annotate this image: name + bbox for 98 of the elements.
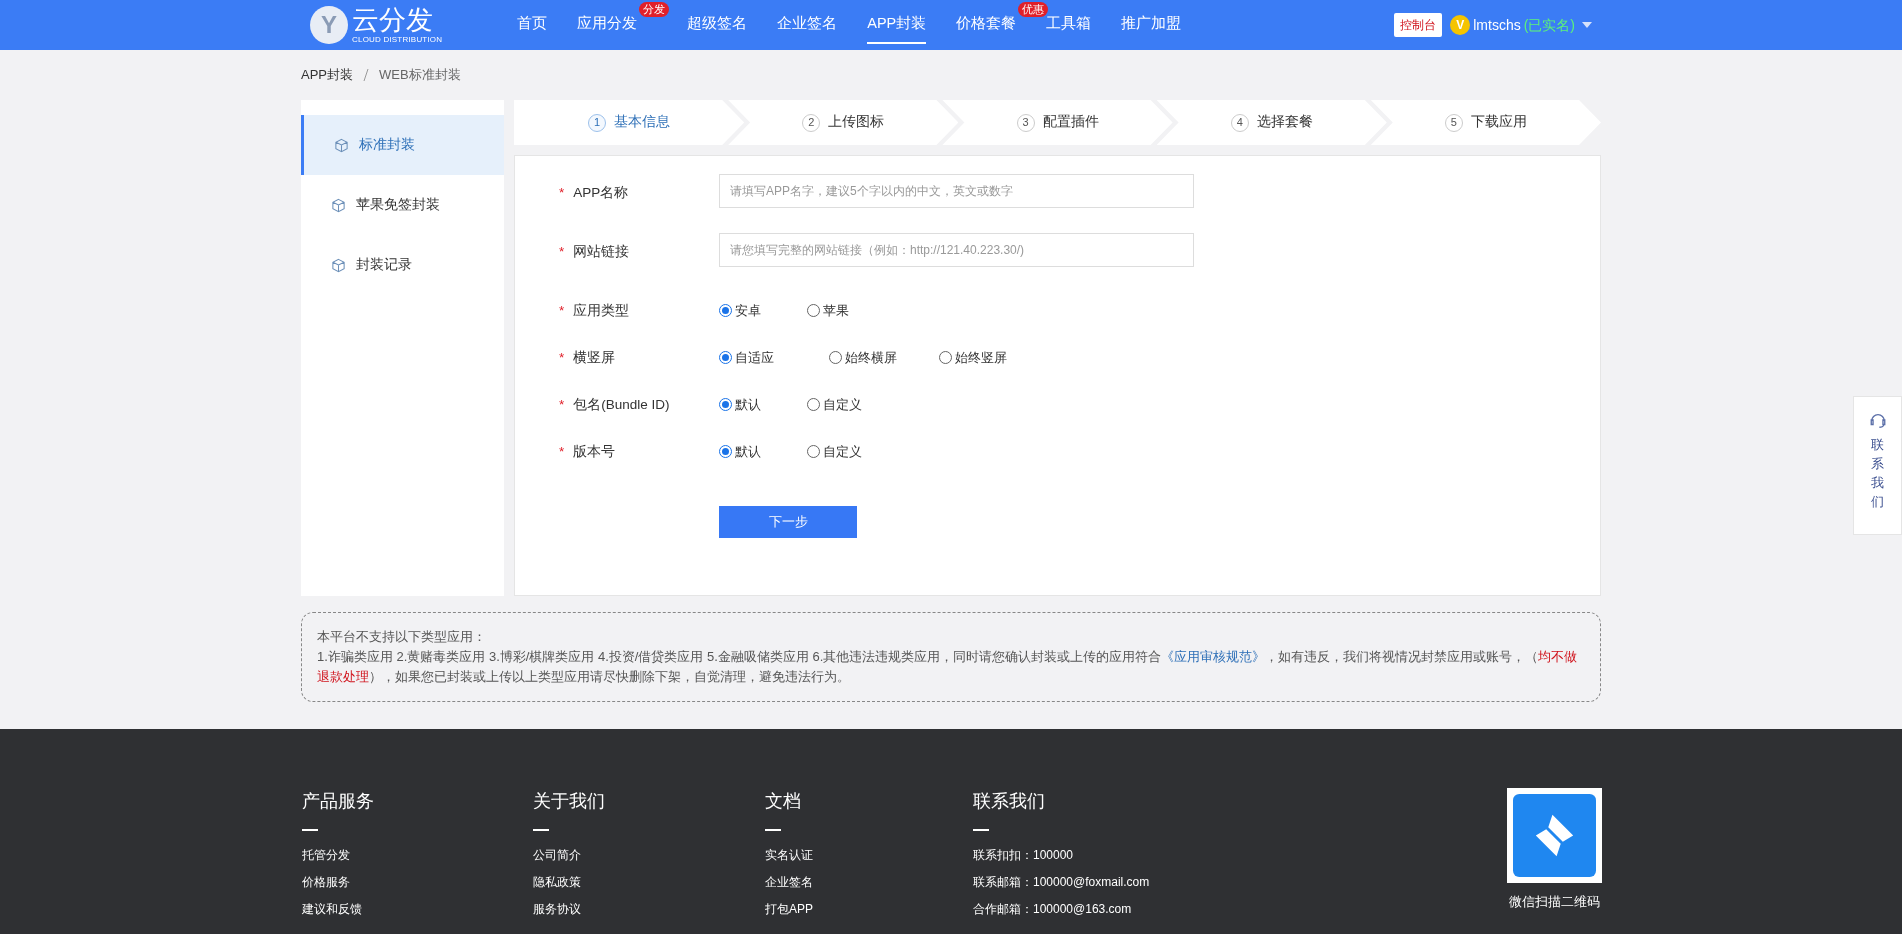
radio-button[interactable] (807, 445, 820, 459)
console-button[interactable]: 控制台 (1394, 13, 1443, 37)
step-label: 上传图标 (828, 113, 885, 132)
required-mark: * (559, 349, 565, 367)
footer-link[interactable]: 价格服务 (302, 869, 533, 896)
footer-link[interactable]: 企业签名 (765, 869, 973, 896)
footer-link[interactable]: 隐私政策 (533, 869, 765, 896)
nav-link[interactable]: 超级签名 (687, 6, 748, 44)
radio-option[interactable]: 自定义 (807, 395, 895, 415)
footer-link[interactable]: 托管分发 (302, 842, 533, 869)
footer-link[interactable]: 实名认证 (765, 842, 973, 869)
radio-button[interactable] (807, 398, 820, 412)
radio-button[interactable] (939, 351, 952, 365)
radio-button[interactable] (719, 351, 732, 365)
step-label: 基本信息 (614, 113, 671, 132)
radio-option[interactable]: 始终竖屏 (939, 348, 1049, 368)
nav-link[interactable]: 价格套餐 (956, 6, 1017, 44)
required-mark: * (559, 184, 565, 202)
input-field[interactable]: 请填写APP名字，建议5个字以内的中文，英文或数字 (719, 174, 1194, 208)
footer-heading: 文档 (765, 790, 802, 813)
field-label: APP名称 (573, 184, 629, 202)
footer-link[interactable]: 打包APP (765, 896, 973, 923)
heading-underline (973, 829, 989, 831)
qr-code-icon (1507, 788, 1602, 883)
slash-icon (363, 68, 369, 82)
guideline-link[interactable]: 《应用审核规范》 (1161, 649, 1266, 664)
step-tab[interactable]: 2 上传图标 (728, 100, 959, 145)
caret-icon[interactable] (1582, 22, 1592, 28)
radio-button[interactable] (829, 351, 842, 365)
field-label: 横竖屏 (573, 349, 616, 367)
field-label: 网站链接 (573, 243, 630, 261)
footer-link[interactable]: 联系扣扣：100000 (973, 842, 1273, 869)
required-mark: * (559, 302, 565, 320)
input-field[interactable]: 请您填写完整的网站链接（例如：http://121.40.223.30/) (719, 233, 1194, 267)
cube-icon (331, 197, 346, 213)
logo-icon: Y (310, 6, 348, 44)
step-tab[interactable]: 5 下载应用 (1370, 100, 1601, 145)
user-avatar: V (1450, 15, 1471, 35)
radio-option[interactable]: 苹果 (807, 301, 895, 321)
step-label: 选择套餐 (1256, 113, 1313, 132)
step-label: 下载应用 (1470, 113, 1527, 132)
verified-status: (已实名) (1523, 15, 1575, 35)
contact-label: 联系我们 (1871, 436, 1884, 511)
user-name[interactable]: lmtschs (1473, 14, 1521, 36)
next-button[interactable]: 下一步 (719, 506, 857, 538)
step-tab[interactable]: 1 基本信息 (514, 100, 745, 145)
heading-underline (765, 829, 781, 831)
heading-underline (302, 829, 318, 831)
field-label: 版本号 (573, 443, 616, 461)
radio-option[interactable]: 默认 (719, 395, 807, 415)
heading-underline (533, 829, 549, 831)
field-label: 应用类型 (573, 302, 630, 320)
radio-option[interactable]: 自适应 (719, 348, 829, 368)
nav-link[interactable]: APP封装 (867, 6, 927, 44)
step-number: 1 (588, 113, 607, 132)
field-label: 包名(Bundle ID) (573, 396, 670, 414)
radio-button[interactable] (719, 304, 732, 318)
contact-tab[interactable]: 联系我们 (1853, 396, 1902, 535)
sidebar-item[interactable]: 标准封装 (301, 115, 504, 175)
radio-button[interactable] (719, 398, 732, 412)
logo-title: 云分发 (352, 6, 434, 34)
footer-link[interactable]: 服务协议 (533, 896, 765, 923)
radio-option[interactable]: 默认 (719, 442, 807, 462)
required-mark: * (559, 243, 565, 261)
notice-text: 1.诈骗类应用 2.黄赌毒类应用 3.博彩/棋牌类应用 4.投资/借贷类应用 5.金融吸储类应用 6.其他违法违规类应用，同时请您确认封装或上传的应用符合《应用审核规范》，如有违反，我们将视情况封禁应用或账号，（均不做退款处理），如果您已封装或上传以上类型应用请尽快删除下架，自觉清理，避免违法行为。 (317, 648, 1579, 686)
cube-icon (331, 257, 346, 273)
footer-link[interactable]: 合作邮箱：100000@163.com (973, 896, 1273, 923)
radio-option[interactable]: 安卓 (719, 301, 807, 321)
radio-button[interactable] (719, 445, 732, 459)
sidebar-item[interactable]: 苹果免签封装 (301, 175, 504, 235)
nav-link[interactable]: 工具箱 (1046, 6, 1092, 44)
radio-button[interactable] (807, 304, 820, 318)
footer-heading: 关于我们 (533, 790, 606, 813)
step-tab[interactable]: 4 选择套餐 (1156, 100, 1387, 145)
nav-link[interactable]: 首页 (517, 6, 548, 44)
step-label: 配置插件 (1042, 113, 1099, 132)
footer-link[interactable]: 建议和反馈 (302, 896, 533, 923)
required-mark: * (559, 443, 565, 461)
nav-link[interactable]: 企业签名 (777, 6, 838, 44)
breadcrumb-item[interactable]: APP封装 (301, 65, 353, 85)
qr-caption: 微信扫描二维码 (1509, 894, 1600, 911)
radio-option[interactable]: 始终横屏 (829, 348, 939, 368)
footer-link[interactable]: 联系邮箱：100000@foxmail.com (973, 869, 1273, 896)
radio-option[interactable]: 自定义 (807, 442, 895, 462)
footer-heading: 产品服务 (302, 790, 375, 813)
nav-link[interactable]: 应用分发 (577, 6, 638, 44)
sidebar-item[interactable]: 封装记录 (301, 235, 504, 295)
step-tab[interactable]: 3 配置插件 (942, 100, 1173, 145)
footer-link[interactable]: 公司简介 (533, 842, 765, 869)
nav-link[interactable]: 推广加盟 (1121, 6, 1182, 44)
nav-badge: 分发 (639, 2, 670, 18)
notice-title: 本平台不支持以下类型应用： (317, 628, 487, 646)
required-mark: * (559, 396, 565, 414)
cube-icon (334, 137, 349, 153)
headset-icon (1868, 411, 1887, 429)
logo-subtitle: CLOUD DISTRIBUTION (352, 35, 443, 44)
breadcrumb-item: WEB标准封装 (379, 66, 461, 85)
footer-heading: 联系我们 (973, 790, 1046, 813)
